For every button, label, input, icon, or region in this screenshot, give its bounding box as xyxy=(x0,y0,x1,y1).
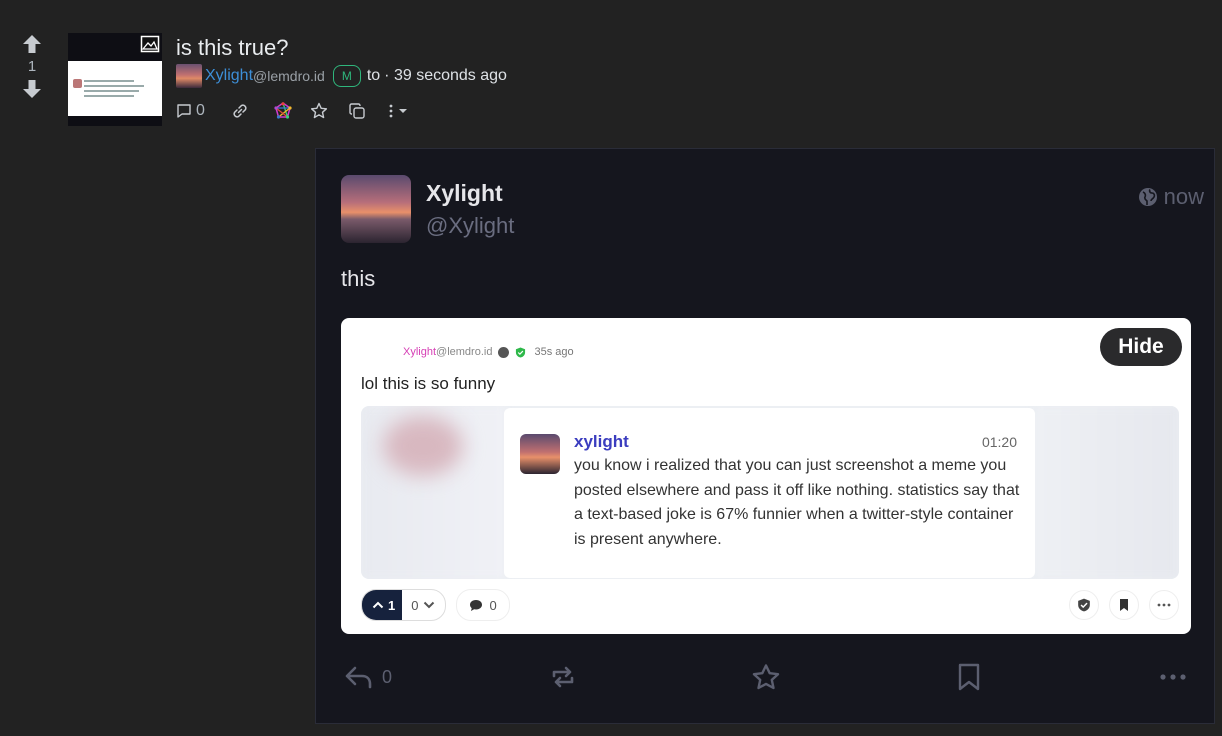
comments-button[interactable]: 0 xyxy=(176,102,205,120)
inner-text: you know i realized that you can just sc… xyxy=(574,457,1020,548)
tweet-text: this xyxy=(341,266,376,291)
card-upvote-button[interactable]: 1 xyxy=(362,590,403,620)
card-footer: 1 0 0 xyxy=(361,589,1179,621)
card-downvote-button[interactable]: 0 xyxy=(402,590,445,620)
link-icon xyxy=(233,104,247,118)
comment-icon xyxy=(177,104,191,118)
card-vote-pill: 1 0 xyxy=(361,589,447,621)
tweet-timestamp: now xyxy=(1138,184,1204,210)
post-actions: 0 xyxy=(176,100,409,122)
comment-count: 0 xyxy=(196,102,205,119)
copy-icon xyxy=(349,103,365,119)
tweet-author-handle: @Xylight xyxy=(426,213,515,238)
lemmy-comment-card: Hide Xylight @lemdro.id 35s ago lol this… xyxy=(341,318,1191,634)
shield-check-icon xyxy=(1078,598,1090,612)
repost-icon xyxy=(552,666,574,688)
more-horizontal-icon xyxy=(1157,603,1171,607)
card-footer-actions xyxy=(1059,590,1179,620)
tweet-footer: 0 xyxy=(344,659,1210,695)
tweet-avatar xyxy=(341,175,411,243)
save-button[interactable] xyxy=(310,102,328,120)
to-label: to xyxy=(366,67,381,84)
more-vertical-icon xyxy=(389,104,393,118)
card-bookmark-button[interactable] xyxy=(1109,590,1139,620)
tweet-boost-button[interactable] xyxy=(548,659,578,695)
post-thumbnail[interactable] xyxy=(68,33,162,126)
mod-badge: M xyxy=(332,65,361,87)
crosspost-button[interactable] xyxy=(348,102,366,120)
tweet-favourite-button[interactable] xyxy=(751,659,781,695)
card-more-button[interactable] xyxy=(1149,590,1179,620)
hide-button[interactable]: Hide xyxy=(1100,328,1182,366)
tweet-bookmark-button[interactable] xyxy=(956,659,982,695)
card-comment-meta: Xylight @lemdro.id 35s ago xyxy=(403,346,574,358)
author-avatar[interactable] xyxy=(176,64,202,88)
inner-author-name: xylight xyxy=(574,432,629,451)
star-icon xyxy=(310,102,328,119)
chevron-up-icon xyxy=(372,601,384,609)
reply-icon xyxy=(345,666,372,689)
link-button[interactable] xyxy=(230,101,250,121)
more-options-button[interactable] xyxy=(388,103,409,119)
vote-column: 1 xyxy=(18,34,46,99)
post-title[interactable]: is this true? xyxy=(176,35,289,61)
inner-time: 01:20 xyxy=(981,434,1017,450)
thumbnail-preview xyxy=(68,61,162,116)
tweet-more-button[interactable] xyxy=(1160,659,1186,695)
card-comment-count: 0 xyxy=(489,597,497,613)
post-time: · 39 seconds ago xyxy=(384,67,507,84)
card-author-instance: @lemdro.id xyxy=(436,346,493,358)
inner-avatar xyxy=(520,434,560,474)
card-time: 35s ago xyxy=(534,346,574,358)
caret-down-icon xyxy=(398,109,407,113)
star-icon xyxy=(752,664,780,690)
tweet-time: now xyxy=(1163,184,1204,209)
author-name[interactable]: Xylight xyxy=(205,67,253,85)
image-icon xyxy=(140,35,160,53)
post-score: 1 xyxy=(27,58,37,75)
bookmark-icon xyxy=(1120,599,1128,611)
upvote-arrow-icon[interactable] xyxy=(21,34,43,54)
tweet-author-name: Xylight xyxy=(426,180,503,206)
inner-message: xylight 01:20 you know i realized that y… xyxy=(504,408,1035,578)
tweet-reply-button[interactable]: 0 xyxy=(344,659,392,695)
card-downvote-count: 0 xyxy=(411,597,419,613)
fediverse-button[interactable] xyxy=(274,102,292,120)
tweet-reply-count: 0 xyxy=(382,666,393,687)
author-instance[interactable]: @lemdro.id xyxy=(253,68,325,84)
chat-bubble-icon xyxy=(470,599,483,611)
post-meta: Xylight @lemdro.id M to · 39 seconds ago xyxy=(176,64,507,88)
hexagon-icon xyxy=(498,346,510,358)
chevron-down-icon xyxy=(424,601,435,609)
card-comment-body: lol this is so funny xyxy=(361,374,496,393)
card-moderate-button[interactable] xyxy=(1069,590,1099,620)
fediverse-icon xyxy=(274,102,292,119)
more-horizontal-icon xyxy=(1160,674,1186,680)
globe-icon xyxy=(1138,188,1157,206)
card-author-name: Xylight xyxy=(403,346,437,358)
shield-check-icon xyxy=(516,346,526,358)
card-upvote-count: 1 xyxy=(388,597,396,613)
post-image-embed[interactable]: Xylight @Xylight now this Hide Xylight @… xyxy=(315,148,1215,724)
nested-screenshot: xylight 01:20 you know i realized that y… xyxy=(361,406,1179,579)
downvote-arrow-icon[interactable] xyxy=(21,79,43,99)
bookmark-icon xyxy=(958,663,980,691)
card-comments-button[interactable]: 0 xyxy=(456,589,510,621)
